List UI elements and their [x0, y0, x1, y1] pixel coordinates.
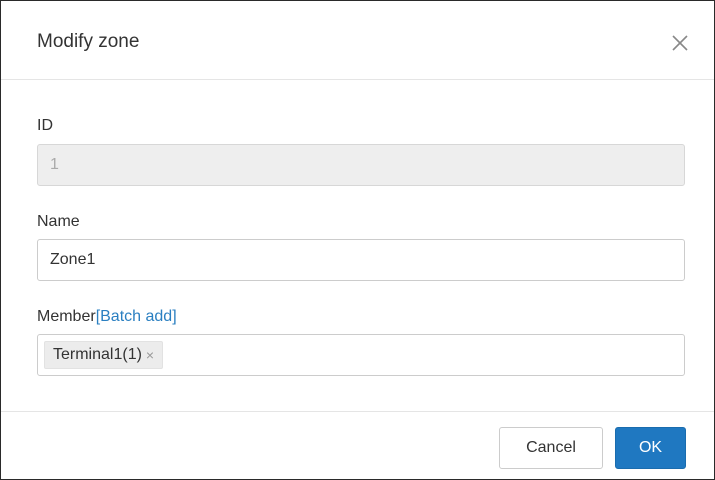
id-label: ID — [37, 117, 53, 134]
member-tag-input[interactable]: Terminal1(1) × — [37, 334, 685, 376]
id-field — [37, 144, 685, 186]
member-label: Member[Batch add] — [37, 308, 177, 326]
remove-tag-icon[interactable]: × — [146, 342, 154, 368]
dialog-footer: Cancel OK — [1, 411, 714, 480]
dialog-header: Modify zone — [1, 1, 714, 80]
member-tag-label: Terminal1(1) — [53, 346, 142, 363]
ok-button[interactable]: OK — [615, 427, 686, 469]
modify-zone-dialog: Modify zone ID Name Member[Batch add] Te… — [0, 0, 715, 480]
member-tag: Terminal1(1) × — [44, 341, 164, 369]
name-label: Name — [37, 213, 80, 230]
close-icon[interactable] — [669, 32, 691, 54]
cancel-button[interactable]: Cancel — [499, 427, 603, 469]
member-label-text: Member — [37, 308, 96, 325]
dialog-title: Modify zone — [37, 31, 140, 52]
batch-add-link[interactable]: [Batch add] — [96, 308, 177, 325]
name-field[interactable] — [37, 239, 685, 281]
